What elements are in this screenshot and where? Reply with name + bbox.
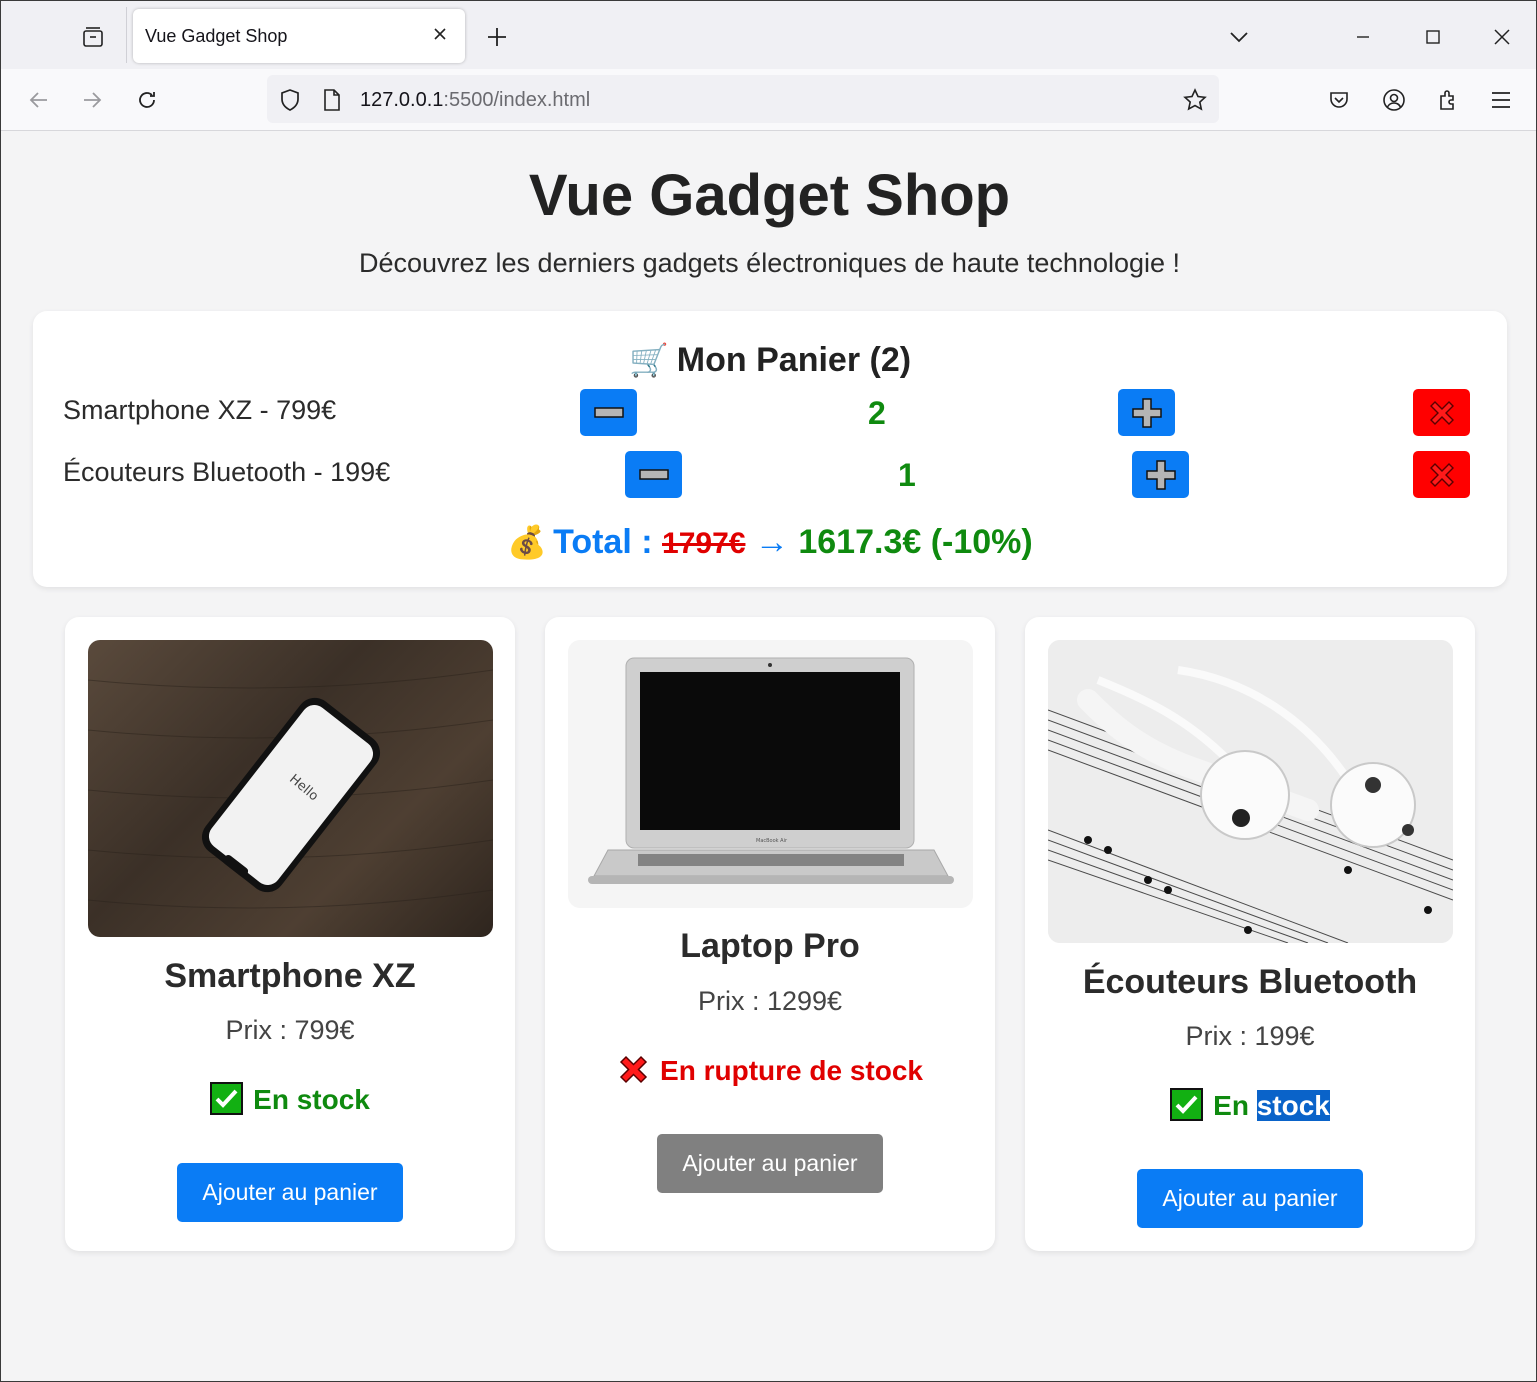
- reload-icon[interactable]: [130, 83, 164, 117]
- product-card-earbuds: Écouteurs Bluetooth Prix : 199€ En stock…: [1025, 617, 1475, 1251]
- page-title: Vue Gadget Shop: [528, 163, 1011, 228]
- browser-navbar: 127.0.0.1:5500/index.html: [1, 69, 1536, 131]
- decrease-quantity-button[interactable]: [580, 389, 637, 436]
- product-stock-status: En stock: [1025, 1088, 1475, 1122]
- forward-arrow-icon[interactable]: [75, 83, 109, 117]
- page-subtitle: Découvrez les derniers gadgets électroni…: [358, 248, 1181, 278]
- plus-icon: [1145, 459, 1176, 490]
- tab-separator: [126, 7, 127, 63]
- decrease-quantity-button[interactable]: [625, 451, 682, 498]
- svg-text:MacBook Air: MacBook Air: [756, 838, 788, 844]
- tab-title: Vue Gadget Shop: [145, 26, 288, 46]
- close-window-icon[interactable]: [1486, 21, 1518, 53]
- url-host: 127.0.0.1: [360, 89, 444, 111]
- cart-panel: 🛒 Mon Panier (2) Smartphone XZ - 799€ 2 É…: [33, 311, 1507, 587]
- product-stock-text: En rupture de stock: [660, 1055, 923, 1086]
- product-stock-status: En rupture de stock: [545, 1053, 995, 1087]
- product-image-earbuds: [1048, 640, 1453, 943]
- tab-list-icon[interactable]: [79, 23, 107, 51]
- cart-item-quantity: 2: [868, 395, 886, 431]
- product-stock-status: En stock: [65, 1082, 515, 1116]
- remove-item-button[interactable]: [1413, 451, 1470, 498]
- product-name: Écouteurs Bluetooth: [1082, 963, 1418, 1001]
- total-discounted-price: 1617.3€ (-10%): [798, 523, 1033, 561]
- menu-hamburger-icon[interactable]: [1484, 83, 1518, 117]
- total-original-price: 1797€: [662, 527, 746, 560]
- account-icon[interactable]: [1377, 83, 1411, 117]
- product-price: Prix : 1299€: [697, 986, 843, 1016]
- product-price: Prix : 199€: [1185, 1021, 1315, 1051]
- url-path: :5500/index.html: [443, 89, 591, 111]
- increase-quantity-button[interactable]: [1132, 451, 1189, 498]
- new-tab-icon[interactable]: [483, 23, 511, 51]
- address-bar[interactable]: 127.0.0.1:5500/index.html: [267, 75, 1219, 123]
- browser-tabbar: Vue Gadget Shop: [1, 1, 1536, 69]
- shield-icon[interactable]: [277, 87, 303, 113]
- extensions-icon[interactable]: [1431, 83, 1465, 117]
- plus-icon: [1131, 397, 1162, 428]
- maximize-icon[interactable]: [1417, 21, 1449, 53]
- cross-icon: [619, 1055, 648, 1084]
- cross-icon: [1429, 462, 1454, 487]
- product-stock-text: En: [1213, 1090, 1249, 1121]
- cart-total: 💰 Total : 1797€ → 1617.3€ (-10%): [33, 523, 1507, 562]
- add-to-cart-button[interactable]: Ajouter au panier: [657, 1134, 883, 1193]
- money-bag-icon: 💰: [507, 523, 548, 561]
- page-content: Vue Gadget Shop Découvrez les derniers g…: [1, 132, 1536, 1381]
- url-text[interactable]: 127.0.0.1:5500/index.html: [360, 89, 590, 112]
- minus-icon: [638, 468, 669, 480]
- product-card-smartphone: Hello Smartphone XZ Prix : 799€ En stock…: [65, 617, 515, 1251]
- cart-emoji-icon: 🛒: [628, 341, 669, 379]
- product-card-laptop: MacBook Air Laptop Pro Prix : 1299€ En r…: [545, 617, 995, 1251]
- remove-item-button[interactable]: [1413, 389, 1470, 436]
- minus-icon: [593, 406, 624, 418]
- cart-title-text: Mon Panier (2): [676, 341, 912, 379]
- product-price: Prix : 799€: [225, 1015, 355, 1045]
- add-to-cart-button[interactable]: Ajouter au panier: [1137, 1169, 1363, 1228]
- selected-text-highlight: stock: [1256, 1090, 1330, 1121]
- add-to-cart-button[interactable]: Ajouter au panier: [177, 1163, 403, 1222]
- minimize-icon[interactable]: [1347, 21, 1379, 53]
- product-image-smartphone: Hello: [88, 640, 493, 937]
- tab-overflow-chevron-icon[interactable]: [1223, 21, 1255, 53]
- checkmark-icon: [210, 1082, 244, 1115]
- cart-title: 🛒 Mon Panier (2): [33, 341, 1507, 380]
- cross-icon: [1429, 400, 1454, 425]
- close-tab-icon[interactable]: [429, 23, 451, 45]
- back-arrow-icon[interactable]: [22, 83, 56, 117]
- page-icon: [319, 87, 345, 113]
- product-name: Smartphone XZ: [164, 957, 416, 995]
- total-label: Total :: [553, 523, 653, 561]
- product-name: Laptop Pro: [680, 927, 860, 965]
- cart-item-label: Écouteurs Bluetooth - 199€: [63, 457, 391, 487]
- product-stock-text: En stock: [253, 1084, 370, 1115]
- product-image-laptop: MacBook Air: [568, 640, 973, 908]
- cart-item-label: Smartphone XZ - 799€: [63, 395, 337, 425]
- bookmark-star-icon[interactable]: [1182, 87, 1208, 113]
- checkmark-icon: [1170, 1088, 1204, 1121]
- browser-tab[interactable]: Vue Gadget Shop: [133, 9, 465, 63]
- arrow-right-icon: →: [754, 523, 789, 561]
- increase-quantity-button[interactable]: [1118, 389, 1175, 436]
- cart-item-quantity: 1: [898, 457, 916, 493]
- pocket-icon[interactable]: [1322, 83, 1356, 117]
